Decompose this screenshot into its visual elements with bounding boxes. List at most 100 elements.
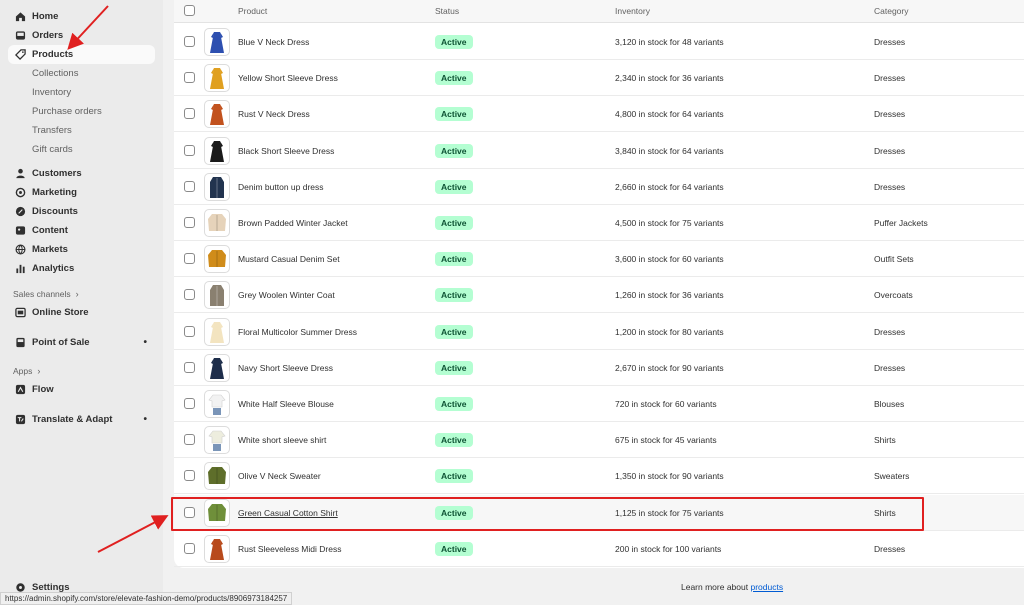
nav-home[interactable]: Home [8, 7, 155, 26]
table-row[interactable]: Mustard Casual Denim Set Active 3,600 in… [174, 241, 1024, 278]
product-name-link[interactable]: Denim button up dress [238, 182, 324, 192]
table-row[interactable]: Rust Sleeveless Midi Dress Active 200 in… [174, 531, 1024, 567]
row-checkbox[interactable] [184, 470, 195, 482]
nav-transfers[interactable]: Transfers [32, 121, 163, 140]
product-thumbnail[interactable] [204, 317, 230, 346]
nav-purchase-orders[interactable]: Purchase orders [32, 102, 163, 121]
table-row[interactable]: Black Short Sleeve Dress Active 3,840 in… [174, 133, 1024, 169]
product-name-link[interactable]: Green Casual Cotton Shirt [238, 508, 338, 518]
product-thumbnail[interactable] [204, 353, 230, 382]
row-checkbox[interactable] [184, 434, 195, 446]
sales-channels-heading[interactable]: Sales channels › [0, 285, 163, 303]
product-name-link[interactable]: Grey Woolen Winter Coat [238, 290, 335, 300]
row-checkbox[interactable] [184, 180, 195, 192]
nav-markets[interactable]: Markets [8, 240, 155, 259]
nav-inventory[interactable]: Inventory [32, 83, 163, 102]
product-name-link[interactable]: Rust V Neck Dress [238, 109, 310, 119]
header-category[interactable]: Category [874, 6, 909, 16]
row-checkbox[interactable] [184, 506, 195, 518]
product-thumbnail[interactable] [204, 462, 230, 491]
status-badge: Active [435, 179, 473, 194]
product-name-link[interactable]: Blue V Neck Dress [238, 37, 309, 47]
product-thumbnail[interactable] [204, 390, 230, 418]
header-inventory[interactable]: Inventory [615, 6, 650, 16]
products-help-link[interactable]: products [750, 582, 783, 592]
product-thumbnail[interactable] [204, 136, 230, 165]
product-thumbnail[interactable] [204, 172, 230, 201]
product-name-link[interactable]: Mustard Casual Denim Set [238, 254, 340, 264]
product-thumbnail[interactable] [204, 426, 230, 455]
product-thumbnail[interactable] [204, 534, 230, 563]
header-status[interactable]: Status [435, 6, 459, 16]
table-row[interactable]: Grey Woolen Winter Coat Active 1,260 in … [174, 277, 1024, 314]
product-thumbnail[interactable] [204, 209, 230, 237]
product-thumbnail[interactable] [204, 100, 230, 129]
nav-point-of-sale[interactable]: Point of Sale • [8, 333, 155, 352]
table-row[interactable]: Navy Short Sleeve Dress Active 2,670 in … [174, 350, 1024, 386]
product-name-link[interactable]: Rust Sleeveless Midi Dress [238, 544, 341, 554]
category-text: Dresses [874, 181, 906, 192]
nav-translate-adapt[interactable]: Translate & Adapt • [8, 410, 155, 429]
category-text: Dresses [874, 543, 906, 554]
nav-collections[interactable]: Collections [32, 64, 163, 83]
product-name-link[interactable]: Floral Multicolor Summer Dress [238, 327, 357, 337]
table-header: Product Status Inventory Category [174, 0, 1024, 23]
row-checkbox[interactable] [184, 398, 195, 409]
nav-gift-cards[interactable]: Gift cards [32, 140, 163, 159]
nav-customers[interactable]: Customers [8, 164, 155, 183]
nav-flow-label: Flow [32, 384, 54, 395]
nav-home-label: Home [32, 11, 59, 22]
product-thumbnail[interactable] [204, 64, 230, 93]
product-name-link[interactable]: Olive V Neck Sweater [238, 471, 321, 481]
nav-flow[interactable]: Flow [8, 380, 155, 399]
inventory-text: 2,670 in stock for 90 variants [615, 362, 724, 373]
nav-translate-label: Translate & Adapt [32, 414, 113, 425]
nav-marketing[interactable]: Marketing [8, 183, 155, 202]
row-checkbox[interactable] [184, 144, 195, 156]
row-checkbox[interactable] [184, 325, 195, 337]
table-row[interactable]: Floral Multicolor Summer Dress Active 1,… [174, 314, 1024, 350]
table-row[interactable]: Rust V Neck Dress Active 4,800 in stock … [174, 96, 1024, 133]
globe-icon [15, 244, 26, 255]
product-name-link[interactable]: Black Short Sleeve Dress [238, 146, 334, 156]
person-icon [15, 168, 26, 179]
table-row[interactable]: Denim button up dress Active 2,660 in st… [174, 169, 1024, 205]
table-row[interactable]: White Half Sleeve Blouse Active 720 in s… [174, 386, 1024, 422]
nav-analytics[interactable]: Analytics [8, 259, 155, 278]
row-checkbox[interactable] [184, 36, 195, 47]
row-checkbox[interactable] [184, 361, 195, 373]
product-name-link[interactable]: Navy Short Sleeve Dress [238, 363, 333, 373]
header-product[interactable]: Product [238, 6, 267, 16]
row-checkbox[interactable] [184, 108, 195, 120]
apps-heading[interactable]: Apps › [0, 362, 163, 380]
nav-orders[interactable]: Orders [8, 26, 155, 45]
product-thumbnail[interactable] [204, 498, 230, 527]
table-row[interactable]: Brown Padded Winter Jacket Active 4,500 … [174, 205, 1024, 241]
product-name-link[interactable]: Yellow Short Sleeve Dress [238, 73, 338, 83]
product-name-link[interactable]: White Half Sleeve Blouse [238, 399, 334, 409]
nav-products[interactable]: Products [8, 45, 155, 64]
row-checkbox[interactable] [184, 72, 195, 84]
product-thumbnail[interactable] [204, 28, 230, 56]
table-row[interactable]: Green Casual Cotton Shirt Active 1,125 i… [174, 494, 1024, 531]
product-thumbnail[interactable] [204, 245, 230, 274]
nav-online-store[interactable]: Online Store [8, 303, 155, 322]
product-name-link[interactable]: Brown Padded Winter Jacket [238, 218, 348, 228]
row-checkbox[interactable] [184, 253, 195, 265]
product-name-link[interactable]: White short sleeve shirt [238, 435, 326, 445]
product-thumbnail[interactable] [204, 281, 230, 310]
learn-more-text: Learn more about [681, 582, 751, 592]
table-row[interactable]: White short sleeve shirt Active 675 in s… [174, 422, 1024, 459]
table-row[interactable]: Blue V Neck Dress Active 3,120 in stock … [174, 24, 1024, 60]
row-checkbox[interactable] [184, 542, 195, 554]
table-row[interactable]: Olive V Neck Sweater Active 1,350 in sto… [174, 458, 1024, 495]
row-checkbox[interactable] [184, 217, 195, 228]
target-icon [15, 187, 26, 198]
nav-content[interactable]: Content [8, 221, 155, 240]
select-all-checkbox[interactable] [184, 5, 195, 16]
table-row[interactable]: Yellow Short Sleeve Dress Active 2,340 i… [174, 60, 1024, 97]
status-badge: Active [435, 35, 473, 49]
flow-icon [15, 384, 26, 395]
row-checkbox[interactable] [184, 289, 195, 301]
nav-discounts[interactable]: Discounts [8, 202, 155, 221]
